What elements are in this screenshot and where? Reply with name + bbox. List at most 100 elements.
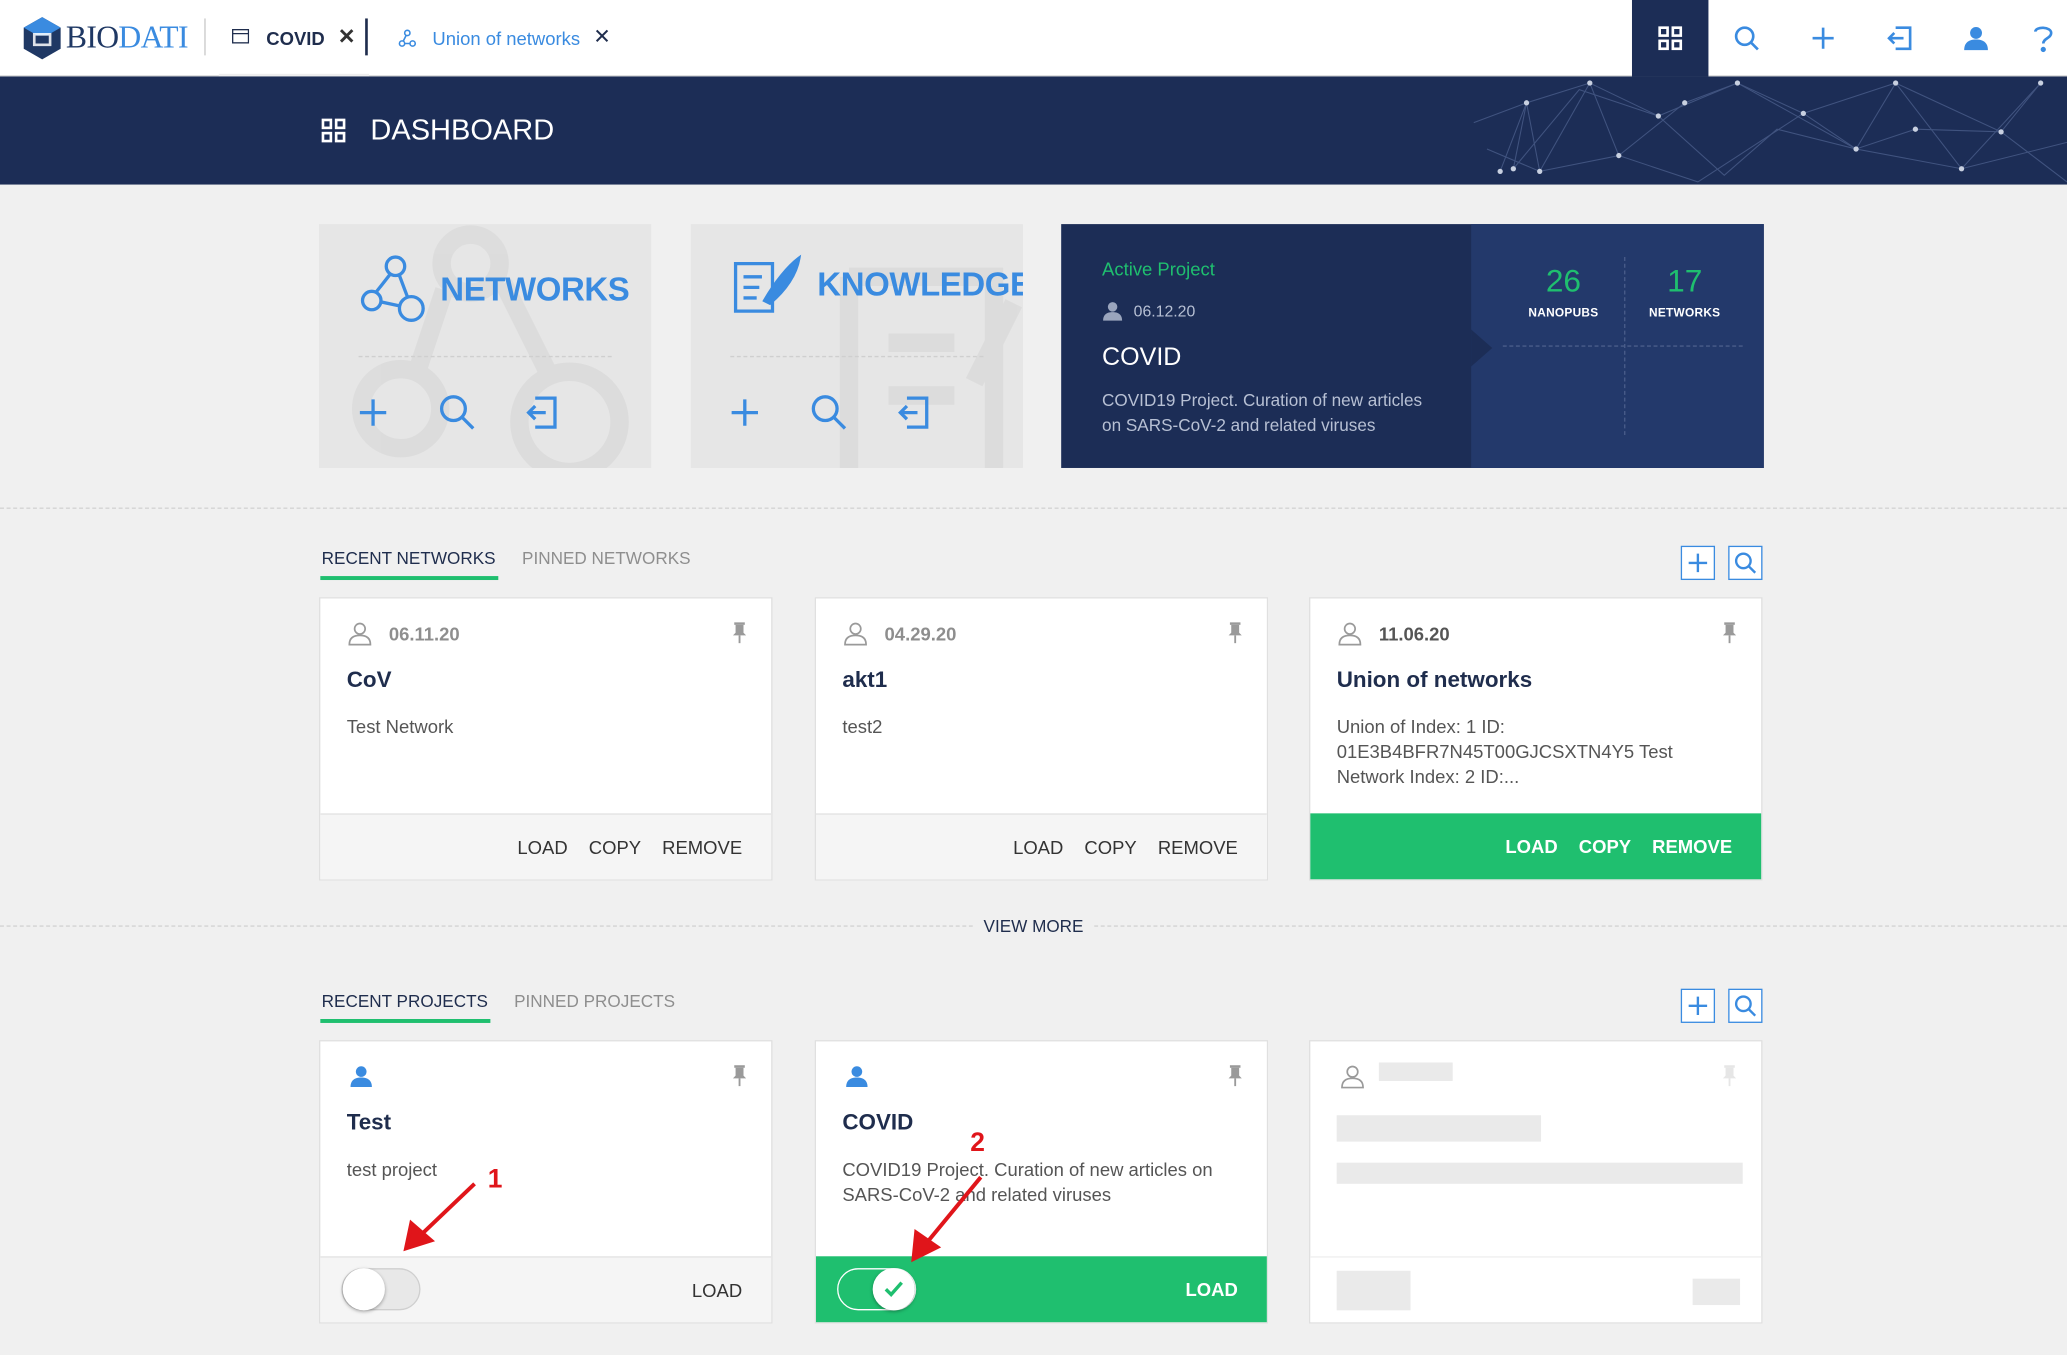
skeleton-title (1336, 1115, 1542, 1142)
remove-button[interactable]: REMOVE (662, 836, 742, 857)
nanopubs-stat: 26 NANOPUBS (1503, 264, 1624, 319)
close-tab-icon[interactable]: ✕ (338, 27, 356, 49)
tab-recent-networks[interactable]: RECENT NETWORKS (320, 548, 499, 581)
window-icon (232, 29, 250, 47)
networks-tile-heading[interactable]: NETWORKS (359, 253, 630, 327)
copy-button[interactable]: COPY (1579, 836, 1631, 857)
networks-tile-actions (356, 393, 559, 433)
add-button[interactable] (1785, 0, 1861, 76)
close-tab-icon[interactable]: ✕ (593, 27, 611, 49)
card-date: 04.29.20 (842, 622, 956, 646)
user-outline-icon (1341, 1065, 1364, 1089)
knowledge-tile-title: KNOWLEDGE (817, 265, 1023, 303)
networks-tile: NETWORKS (319, 224, 652, 468)
add-network-button[interactable] (1680, 545, 1716, 581)
card-description: test project (346, 1158, 437, 1180)
page-title-text: DASHBOARD (370, 113, 555, 147)
card-actions: LOAD (815, 1256, 1267, 1323)
activate-project-toggle[interactable] (341, 1268, 421, 1311)
view-more-link[interactable]: VIEW MORE (972, 916, 1095, 936)
search-button[interactable] (1708, 0, 1784, 76)
card-description: Test Network (346, 715, 454, 737)
networks-icon (360, 255, 425, 322)
add-project-button[interactable] (1680, 988, 1716, 1023)
tab-covid[interactable]: COVID ✕ (218, 0, 369, 77)
network-card[interactable]: 11.06.20 Union of networks Union of Inde… (1309, 597, 1763, 881)
tab-pinned-projects[interactable]: PINNED PROJECTS (514, 991, 675, 1011)
add-network-icon[interactable] (356, 395, 390, 429)
skeleton-footer (1310, 1256, 1762, 1323)
import-icon (1887, 26, 1912, 51)
help-button[interactable] (2014, 0, 2067, 76)
dashboard-button[interactable] (1631, 0, 1709, 77)
card-date: 06.11.20 (347, 622, 460, 646)
search-knowledge-icon[interactable] (809, 393, 849, 433)
date-text: 06.12.20 (1133, 301, 1196, 321)
activate-project-toggle[interactable] (837, 1268, 917, 1311)
user-icon (1964, 27, 1988, 51)
logo-cube-icon (23, 17, 61, 60)
dashboard-icon (321, 118, 346, 143)
search-networks-button[interactable] (1728, 545, 1763, 581)
remove-button[interactable]: REMOVE (1652, 836, 1732, 857)
dashboard-header: DASHBOARD (0, 76, 2067, 185)
network-card[interactable]: 06.11.20 CoV Test Network LOAD COPY REMO… (319, 597, 773, 881)
card-actions: LOAD COPY REMOVE (320, 813, 772, 880)
add-icon (1688, 996, 1708, 1016)
annotation-number-2: 2 (970, 1128, 985, 1158)
date-text: 04.29.20 (884, 623, 957, 645)
load-button[interactable]: LOAD (1013, 836, 1063, 857)
user-icon (350, 1066, 372, 1088)
import-button[interactable] (1861, 0, 1937, 76)
skeleton-description (1336, 1162, 1743, 1184)
skeleton-toggle (1336, 1270, 1411, 1311)
card-description: COVID19 Project. Curation of new article… (842, 1158, 1213, 1205)
copy-button[interactable]: COPY (1084, 836, 1136, 857)
user-outline-icon (348, 622, 372, 646)
search-network-icon[interactable] (438, 393, 478, 433)
project-card[interactable]: Test test project LOAD (319, 1040, 773, 1324)
load-button[interactable]: LOAD (517, 836, 567, 857)
card-date: 11.06.20 (1337, 622, 1450, 646)
biodati-logo[interactable]: BIODATI (21, 15, 189, 62)
knowledge-tile-actions (728, 393, 931, 433)
active-project-panel[interactable]: Active Project 06.12.20 COVID COVID19 Pr… (1061, 224, 1764, 468)
networks-label: NETWORKS (1649, 305, 1721, 320)
tab-label: Union of networks (432, 27, 581, 49)
pin-icon[interactable] (732, 1065, 748, 1087)
load-button[interactable]: LOAD (1186, 1279, 1238, 1300)
card-actions: LOAD (320, 1256, 772, 1323)
load-button[interactable]: LOAD (692, 1279, 742, 1300)
import-knowledge-icon[interactable] (896, 394, 930, 431)
search-projects-button[interactable] (1728, 988, 1763, 1023)
copy-button[interactable]: COPY (589, 836, 641, 857)
pin-icon (1722, 1065, 1737, 1087)
project-card[interactable]: COVID COVID19 Project. Curation of new a… (814, 1040, 1269, 1324)
pin-icon[interactable] (732, 622, 748, 644)
network-card[interactable]: 04.29.20 akt1 test2 LOAD COPY REMOVE (814, 597, 1269, 881)
tab-union-of-networks[interactable]: Union of networks ✕ (398, 0, 611, 76)
pin-icon[interactable] (1722, 622, 1738, 644)
help-icon (2034, 26, 2053, 53)
active-project-name: COVID (1102, 344, 1182, 372)
tab-divider (365, 18, 368, 56)
card-description: Union of Index: 1 ID: 01E3B4BFR7N45T00GJ… (1336, 715, 1673, 787)
remove-button[interactable]: REMOVE (1158, 836, 1238, 857)
import-network-icon[interactable] (525, 394, 559, 431)
tab-pinned-networks[interactable]: PINNED NETWORKS (522, 548, 691, 568)
load-button[interactable]: LOAD (1505, 836, 1557, 857)
card-description: test2 (842, 715, 883, 737)
search-icon (1734, 995, 1757, 1017)
knowledge-tile-heading[interactable]: KNOWLEDGE (730, 253, 1023, 316)
card-title: COVID (842, 1109, 914, 1136)
pin-icon[interactable] (1227, 1065, 1243, 1087)
user-button[interactable] (1938, 0, 2014, 76)
user-outline-icon (1338, 622, 1362, 646)
toggle-knob (342, 1268, 385, 1311)
tab-recent-projects[interactable]: RECENT PROJECTS (320, 991, 491, 1023)
user-outline-icon (844, 622, 867, 646)
network-icon (398, 29, 417, 47)
pin-icon[interactable] (1227, 622, 1243, 644)
section-divider (0, 507, 2067, 509)
add-knowledge-icon[interactable] (728, 395, 762, 429)
